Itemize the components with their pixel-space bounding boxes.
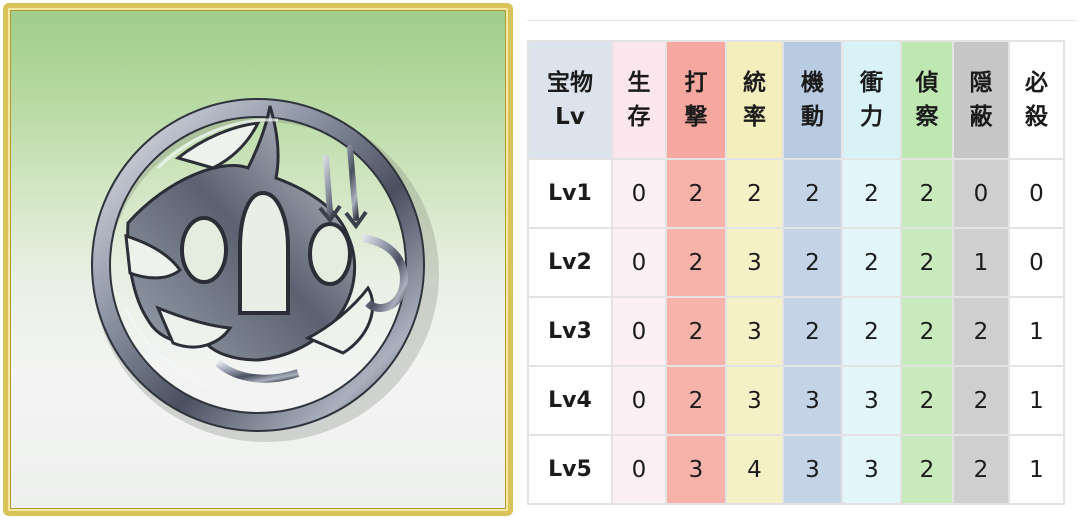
- header-label: 宝物: [547, 70, 593, 96]
- stat-cell: 0: [611, 158, 667, 229]
- stat-cell: 1: [952, 227, 1010, 298]
- header-label: 存: [627, 104, 651, 130]
- stat-cell: 2: [900, 365, 954, 436]
- stat-cell: 3: [725, 296, 784, 367]
- header-label: 動: [801, 104, 824, 130]
- header-label: 衝: [860, 70, 883, 96]
- stat-cell: 3: [841, 434, 902, 505]
- stat-cell: 2: [665, 227, 727, 298]
- stat-cell: 3: [725, 227, 784, 298]
- stat-cell: 1: [1008, 434, 1065, 505]
- stat-cell: 2: [900, 227, 954, 298]
- header-label: 蔽: [969, 104, 993, 130]
- header-critical: 必 殺: [1008, 40, 1065, 160]
- table-row: Lv1 0 2 2 2 2 2 0 0: [527, 158, 1065, 229]
- stat-cell: 0: [611, 365, 667, 436]
- stat-cell: 0: [611, 434, 667, 505]
- header-command: 統 率: [725, 40, 784, 160]
- header-label: 打: [684, 70, 708, 96]
- stat-cell: 0: [1008, 227, 1065, 298]
- stat-cell: 3: [665, 434, 727, 505]
- stat-cell: 2: [782, 158, 843, 229]
- stat-cell: 1: [1008, 365, 1065, 436]
- header-label: 殺: [1025, 104, 1048, 130]
- stat-cell: 1: [1008, 296, 1065, 367]
- header-label: 力: [860, 104, 883, 130]
- header-attack: 打 撃: [665, 40, 727, 160]
- stat-cell: 2: [900, 158, 954, 229]
- item-card: [3, 3, 513, 516]
- stat-cell: 2: [665, 158, 727, 229]
- header-label: 撃: [684, 104, 708, 130]
- table-row: Lv3 0 2 3 2 2 2 2 1: [527, 296, 1065, 367]
- header-level: 宝物 Lv: [527, 40, 613, 160]
- stat-cell: 2: [725, 158, 784, 229]
- tsuba-sword-guard-icon: [91, 98, 439, 442]
- stat-cell: 2: [665, 365, 727, 436]
- stat-cell: 2: [952, 434, 1010, 505]
- stat-cell: 0: [611, 227, 667, 298]
- header-impact: 衝 力: [841, 40, 902, 160]
- stat-cell: 3: [725, 365, 784, 436]
- stat-cell: 2: [841, 227, 902, 298]
- header-label: 偵: [915, 70, 939, 96]
- stat-cell: 2: [841, 158, 902, 229]
- stat-cell: 0: [1008, 158, 1065, 229]
- stat-cell: 2: [782, 296, 843, 367]
- table-header-row: 宝物 Lv 生 存 打 撃 統 率 機 動 衝 力 偵 察 隠 蔽 必 殺: [527, 40, 1065, 160]
- level-cell: Lv5: [527, 434, 613, 505]
- level-cell: Lv4: [527, 365, 613, 436]
- header-label: 必: [1025, 70, 1048, 96]
- stat-cell: 2: [900, 296, 954, 367]
- stat-cell: 2: [841, 296, 902, 367]
- stat-cell: 2: [952, 365, 1010, 436]
- level-cell: Lv3: [527, 296, 613, 367]
- stat-cell: 4: [725, 434, 784, 505]
- stat-cell: 3: [782, 434, 843, 505]
- header-label: 察: [915, 104, 939, 130]
- header-survival: 生 存: [611, 40, 667, 160]
- level-cell: Lv1: [527, 158, 613, 229]
- table-row: Lv2 0 2 3 2 2 2 1 0: [527, 227, 1065, 298]
- table-row: Lv4 0 2 3 3 3 2 2 1: [527, 365, 1065, 436]
- header-label: 率: [743, 104, 766, 130]
- stat-cell: 3: [782, 365, 843, 436]
- stat-cell: 2: [782, 227, 843, 298]
- stat-cell: 2: [665, 296, 727, 367]
- stat-cell: 3: [841, 365, 902, 436]
- header-stealth: 隠 蔽: [952, 40, 1010, 160]
- level-cell: Lv2: [527, 227, 613, 298]
- stat-cell: 0: [611, 296, 667, 367]
- stat-cell: 0: [952, 158, 1010, 229]
- header-mobility: 機 動: [782, 40, 843, 160]
- header-scouting: 偵 察: [900, 40, 954, 160]
- header-label: 機: [801, 70, 824, 96]
- header-label: 統: [743, 70, 766, 96]
- table-row: Lv5 0 3 4 3 3 2 2 1: [527, 434, 1065, 505]
- header-label: 生: [627, 70, 651, 96]
- divider: [527, 20, 1077, 21]
- stat-cell: 2: [952, 296, 1010, 367]
- stat-cell: 2: [900, 434, 954, 505]
- header-label: Lv: [555, 104, 585, 130]
- header-label: 隠: [969, 70, 993, 96]
- treasure-stats-table: 宝物 Lv 生 存 打 撃 統 率 機 動 衝 力 偵 察 隠 蔽 必 殺 Lv…: [527, 40, 1065, 505]
